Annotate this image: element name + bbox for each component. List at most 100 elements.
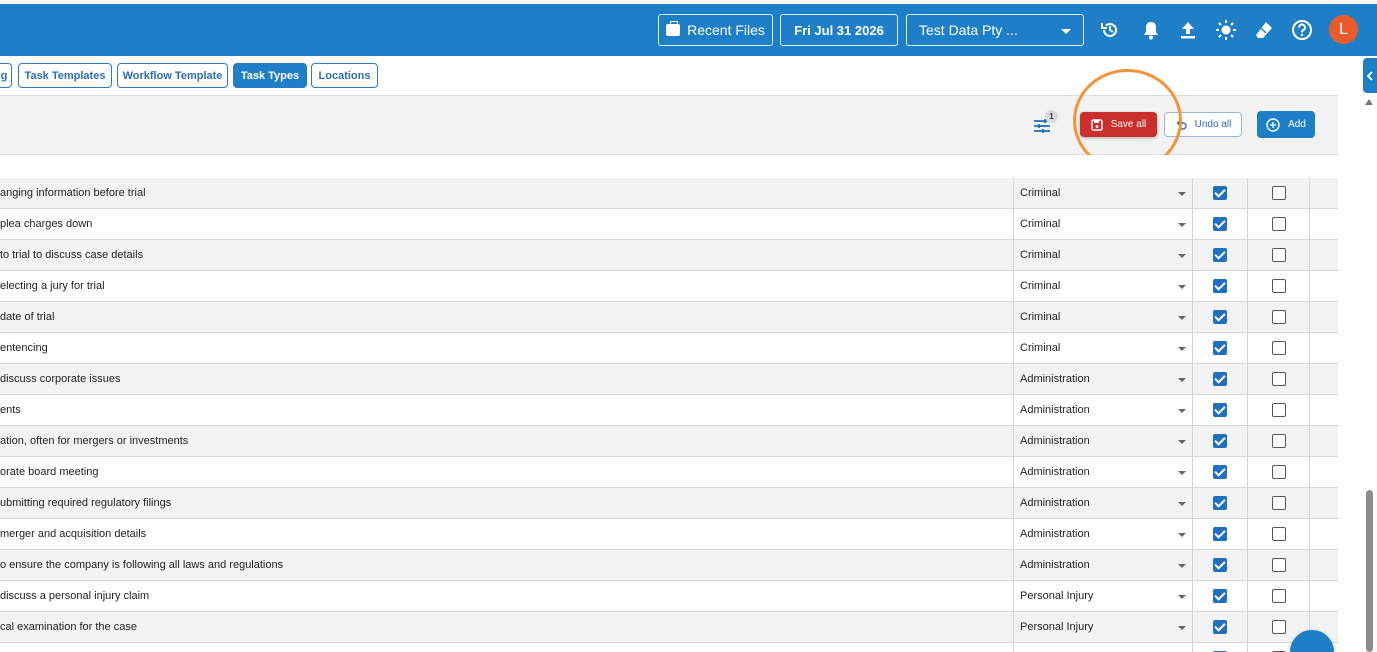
chevron-down-icon — [1178, 223, 1186, 227]
avatar[interactable]: L — [1329, 15, 1358, 44]
active-checkbox[interactable] — [1213, 372, 1227, 386]
table-row[interactable]: cal examination for the case Personal Inj… — [0, 612, 1338, 643]
category-dropdown[interactable]: Criminal — [1013, 240, 1193, 271]
category-value: Personal Injury — [1020, 621, 1094, 633]
table-row[interactable] — [0, 643, 1338, 652]
add-button[interactable]: Add — [1257, 111, 1315, 138]
flag-checkbox[interactable] — [1272, 279, 1286, 293]
active-checkbox[interactable] — [1213, 217, 1227, 231]
flag-checkbox[interactable] — [1272, 403, 1286, 417]
table-row[interactable]: plea charges down Criminal — [0, 209, 1338, 240]
tab-task-types[interactable]: Task Types — [233, 63, 307, 88]
chevron-down-icon — [1178, 285, 1186, 289]
category-value: Personal Injury — [1020, 590, 1094, 602]
table-row[interactable]: orate board meeting Administration — [0, 457, 1338, 488]
table-row[interactable]: o ensure the company is following all la… — [0, 550, 1338, 581]
category-dropdown[interactable]: Criminal — [1013, 302, 1193, 333]
flag-checkbox[interactable] — [1272, 589, 1286, 603]
flag-checkbox[interactable] — [1272, 372, 1286, 386]
active-checkbox[interactable] — [1213, 434, 1227, 448]
table-row[interactable]: entencing Criminal — [0, 333, 1338, 364]
category-dropdown[interactable]: Administration — [1013, 395, 1193, 426]
tab-task-templates[interactable]: Task Templates — [18, 63, 112, 88]
upload-icon[interactable] — [1176, 18, 1200, 42]
table-row[interactable]: discuss corporate issues Administration — [0, 364, 1338, 395]
category-value: Administration — [1020, 497, 1090, 509]
table-row[interactable]: ation, often for mergers or investments A… — [0, 426, 1338, 457]
history-icon[interactable] — [1098, 18, 1122, 42]
table-row[interactable]: discuss a personal injury claim Personal … — [0, 581, 1338, 612]
active-checkbox[interactable] — [1213, 465, 1227, 479]
table-row[interactable]: to trial to discuss case details Criminal — [0, 240, 1338, 271]
category-value: Criminal — [1020, 311, 1061, 323]
category-value: Administration — [1020, 559, 1090, 571]
tab-locations[interactable]: Locations — [311, 63, 378, 88]
active-checkbox[interactable] — [1213, 620, 1227, 634]
category-dropdown[interactable]: Administration — [1013, 457, 1193, 488]
chevron-down-icon — [1061, 29, 1071, 34]
flag-checkbox[interactable] — [1272, 248, 1286, 262]
category-value: Administration — [1020, 466, 1090, 478]
active-cell — [1193, 519, 1248, 550]
flag-checkbox[interactable] — [1272, 341, 1286, 355]
table-row[interactable]: ubmitting required regulatory filings Adm… — [0, 488, 1338, 519]
category-dropdown[interactable]: Administration — [1013, 519, 1193, 550]
active-checkbox[interactable] — [1213, 527, 1227, 541]
bell-icon[interactable] — [1139, 18, 1163, 42]
category-dropdown[interactable]: Criminal — [1013, 333, 1193, 364]
active-checkbox[interactable] — [1213, 310, 1227, 324]
active-checkbox[interactable] — [1213, 248, 1227, 262]
tab-partial[interactable]: g — [0, 63, 12, 88]
recent-files-button[interactable]: Recent Files — [658, 14, 773, 46]
table-row[interactable]: merger and acquisition details Administra… — [0, 519, 1338, 550]
task-description: date of trial — [0, 311, 55, 323]
briefcase-icon — [666, 21, 681, 36]
scroll-thumb[interactable] — [1366, 490, 1373, 652]
category-dropdown[interactable]: Criminal — [1013, 271, 1193, 302]
category-dropdown[interactable]: Criminal — [1013, 178, 1193, 209]
sidebar-toggle[interactable] — [1363, 58, 1377, 93]
category-value: Administration — [1020, 528, 1090, 540]
flag-checkbox[interactable] — [1272, 217, 1286, 231]
chevron-down-icon — [1178, 440, 1186, 444]
category-dropdown[interactable]: Administration — [1013, 364, 1193, 395]
table-row[interactable]: anging information before trial Criminal — [0, 178, 1338, 209]
category-dropdown[interactable]: Administration — [1013, 488, 1193, 519]
table-row[interactable]: electing a jury for trial Criminal — [0, 271, 1338, 302]
active-checkbox[interactable] — [1213, 496, 1227, 510]
active-checkbox[interactable] — [1213, 341, 1227, 355]
company-selector[interactable]: Test Data Pty ... — [906, 14, 1084, 46]
flag-checkbox[interactable] — [1272, 558, 1286, 572]
flag-checkbox[interactable] — [1272, 465, 1286, 479]
chevron-down-icon — [1178, 471, 1186, 475]
active-checkbox[interactable] — [1213, 279, 1227, 293]
category-dropdown[interactable] — [1013, 643, 1193, 652]
chevron-down-icon — [1178, 378, 1186, 382]
category-dropdown[interactable]: Criminal — [1013, 209, 1193, 240]
flag-checkbox[interactable] — [1272, 496, 1286, 510]
category-dropdown[interactable]: Personal Injury — [1013, 612, 1193, 643]
brightness-icon[interactable] — [1214, 18, 1238, 42]
category-dropdown[interactable]: Administration — [1013, 550, 1193, 581]
category-dropdown[interactable]: Administration — [1013, 426, 1193, 457]
table-row[interactable]: ents Administration — [0, 395, 1338, 426]
task-description: ubmitting required regulatory filings — [0, 497, 172, 509]
active-cell — [1193, 643, 1248, 652]
flag-checkbox[interactable] — [1272, 527, 1286, 541]
table-row[interactable]: date of trial Criminal — [0, 302, 1338, 333]
flag-checkbox[interactable] — [1272, 434, 1286, 448]
active-checkbox[interactable] — [1213, 186, 1227, 200]
active-checkbox[interactable] — [1213, 589, 1227, 603]
date-button[interactable]: Fri Jul 31 2026 — [780, 14, 898, 46]
category-dropdown[interactable]: Personal Injury — [1013, 581, 1193, 612]
flag-checkbox[interactable] — [1272, 186, 1286, 200]
flag-checkbox[interactable] — [1272, 310, 1286, 324]
help-icon[interactable] — [1290, 18, 1314, 42]
active-checkbox[interactable] — [1213, 558, 1227, 572]
active-checkbox[interactable] — [1213, 403, 1227, 417]
flag-checkbox[interactable] — [1272, 620, 1286, 634]
eraser-icon[interactable] — [1252, 18, 1276, 42]
vertical-scrollbar[interactable] — [1363, 95, 1375, 652]
scroll-up-icon[interactable] — [1365, 99, 1373, 105]
tab-workflow-template[interactable]: Workflow Template — [117, 63, 228, 88]
